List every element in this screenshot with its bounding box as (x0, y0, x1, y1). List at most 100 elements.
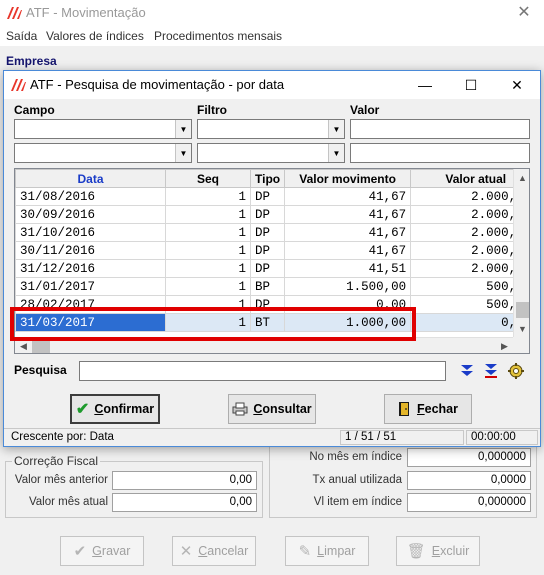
menu-valores-indices[interactable]: Valores de índices (46, 29, 144, 43)
cell-data: 31/12/2016 (15, 259, 166, 278)
gravar-button[interactable]: ✔ Gravar (60, 536, 144, 566)
menu-saida[interactable]: Saída (6, 29, 37, 43)
no-mes-indice-field[interactable]: 0,000000 (407, 448, 531, 467)
dropdown-arrow-icon[interactable]: ▼ (175, 144, 191, 162)
vl-item-indice-label: Vl item em índice (313, 496, 402, 508)
cell-data: 31/08/2016 (15, 187, 166, 206)
horizontal-scroll-thumb[interactable] (32, 340, 50, 353)
scroll-up-icon[interactable]: ▲ (514, 169, 529, 186)
selected-row-highlight-annotation (10, 307, 416, 341)
column-header-tipo[interactable]: Tipo (249, 169, 286, 188)
cell-tipo: DP (249, 205, 286, 224)
filtro-select-2[interactable]: ▼ (197, 143, 345, 163)
table-row[interactable]: 31/08/2016 1 DP 41,67 2.000, (15, 187, 522, 206)
valor-mes-anterior-field[interactable]: 0,00 (112, 471, 257, 490)
checkmark-icon: ✔ (75, 401, 90, 418)
cell-data: 31/10/2016 (15, 223, 166, 242)
no-mes-indice-label: No mês em índice (309, 451, 402, 463)
empresa-label: Empresa (6, 54, 57, 68)
minimize-icon[interactable]: — (402, 71, 448, 99)
cell-seq: 1 (165, 241, 251, 260)
main-titlebar: ATF - Movimentação ✕ (0, 0, 544, 26)
trash-icon: 🗑 (406, 543, 426, 560)
vertical-scroll-thumb[interactable] (516, 302, 529, 318)
app-logo-icon (7, 7, 22, 19)
cell-valor-movimento: 41,67 (284, 241, 412, 260)
cell-valor-atual: 2.000, (410, 241, 522, 260)
filtro-select-1[interactable]: ▼ (197, 119, 345, 139)
scroll-right-icon[interactable]: ▶ (496, 338, 513, 353)
main-window-title: ATF - Movimentação (26, 5, 146, 20)
valor-input-1[interactable] (350, 119, 530, 139)
cell-valor-atual: 2.000, (410, 187, 522, 206)
campo-select-1[interactable]: ▼ (14, 119, 192, 139)
vertical-scrollbar[interactable]: ▲ ▼ (513, 169, 529, 337)
valor-header: Valor (350, 103, 380, 117)
menu-procedimentos-mensais[interactable]: Procedimentos mensais (154, 29, 282, 43)
cancel-icon: ✕ (179, 543, 193, 560)
column-header-seq[interactable]: Seq (165, 169, 251, 188)
cell-seq: 1 (165, 187, 251, 206)
app-logo-icon (11, 79, 26, 91)
consultar-button[interactable]: Consultar (228, 394, 316, 424)
cell-tipo: DP (249, 241, 286, 260)
next-record-icon[interactable] (458, 361, 476, 381)
cell-data: 31/01/2017 (15, 277, 166, 296)
valor-input-2[interactable] (350, 143, 530, 163)
dropdown-arrow-icon[interactable]: ▼ (175, 120, 191, 138)
vl-item-indice-field[interactable]: 0,000000 (407, 493, 531, 512)
cell-valor-movimento: 1.500,00 (284, 277, 412, 296)
valor-mes-anterior-label: Valor mês anterior (14, 474, 108, 486)
campo-select-2[interactable]: ▼ (14, 143, 192, 163)
checkmark-icon: ✔ (73, 543, 87, 560)
maximize-icon[interactable]: ☐ (448, 71, 494, 99)
cell-valor-movimento: 41,67 (284, 205, 412, 224)
cell-seq: 1 (165, 205, 251, 224)
correcao-fiscal-legend: Correção Fiscal (12, 454, 101, 468)
statusbar: Crescente por: Data 1 / 51 / 51 00:00:00 (4, 428, 540, 446)
tx-anual-field[interactable]: 0,0000 (407, 471, 531, 490)
cell-valor-atual: 500, (410, 295, 522, 314)
menubar: Saída Valores de índices Procedimentos m… (0, 26, 544, 46)
excluir-button[interactable]: 🗑 Excluir (396, 536, 480, 566)
dialog-title: ATF - Pesquisa de movimentação - por dat… (30, 77, 285, 92)
fechar-button[interactable]: Fechar (384, 394, 472, 424)
cell-valor-atual: 0, (410, 313, 522, 332)
time-status: 00:00:00 (466, 430, 538, 445)
grid-header-row: Data Seq Tipo Valor movimento Valor atua… (15, 169, 522, 188)
print-preview-icon (232, 402, 248, 416)
valor-mes-atual-label: Valor mês atual (28, 496, 108, 508)
cell-valor-atual: 500, (410, 277, 522, 296)
settings-icon[interactable] (507, 361, 525, 381)
dropdown-arrow-icon[interactable]: ▼ (328, 144, 344, 162)
cell-tipo: DP (249, 223, 286, 242)
column-header-valor-movimento[interactable]: Valor movimento (284, 169, 412, 188)
limpar-button[interactable]: ✎ Limpar (285, 536, 369, 566)
cell-tipo: BP (249, 277, 286, 296)
cell-tipo: DP (249, 187, 286, 206)
cancelar-button[interactable]: ✕ Cancelar (172, 536, 256, 566)
valor-mes-atual-field[interactable]: 0,00 (112, 493, 257, 512)
confirmar-button[interactable]: ✔ Confirmar (70, 394, 160, 424)
scroll-down-icon[interactable]: ▼ (514, 320, 529, 337)
close-icon[interactable]: ✕ (514, 2, 534, 22)
filtro-header: Filtro (197, 103, 227, 117)
cell-data: 30/09/2016 (15, 205, 166, 224)
pesquisa-input[interactable] (79, 361, 446, 381)
column-header-data[interactable]: Data (15, 169, 166, 188)
scroll-corner (513, 337, 529, 353)
table-row[interactable]: 31/10/2016 1 DP 41,67 2.000, (15, 223, 522, 242)
table-row[interactable]: 31/12/2016 1 DP 41,51 2.000, (15, 259, 522, 278)
close-icon[interactable]: ✕ (494, 71, 540, 99)
cell-data: 30/11/2016 (15, 241, 166, 260)
last-record-icon[interactable] (482, 361, 500, 381)
search-dialog: ATF - Pesquisa de movimentação - por dat… (3, 70, 541, 447)
cell-valor-movimento: 41,51 (284, 259, 412, 278)
dropdown-arrow-icon[interactable]: ▼ (328, 120, 344, 138)
cell-valor-movimento: 41,67 (284, 223, 412, 242)
cell-valor-atual: 2.000, (410, 259, 522, 278)
column-header-valor-atual[interactable]: Valor atual (410, 169, 522, 188)
table-row[interactable]: 30/11/2016 1 DP 41,67 2.000, (15, 241, 522, 260)
table-row[interactable]: 31/01/2017 1 BP 1.500,00 500, (15, 277, 522, 296)
table-row[interactable]: 30/09/2016 1 DP 41,67 2.000, (15, 205, 522, 224)
